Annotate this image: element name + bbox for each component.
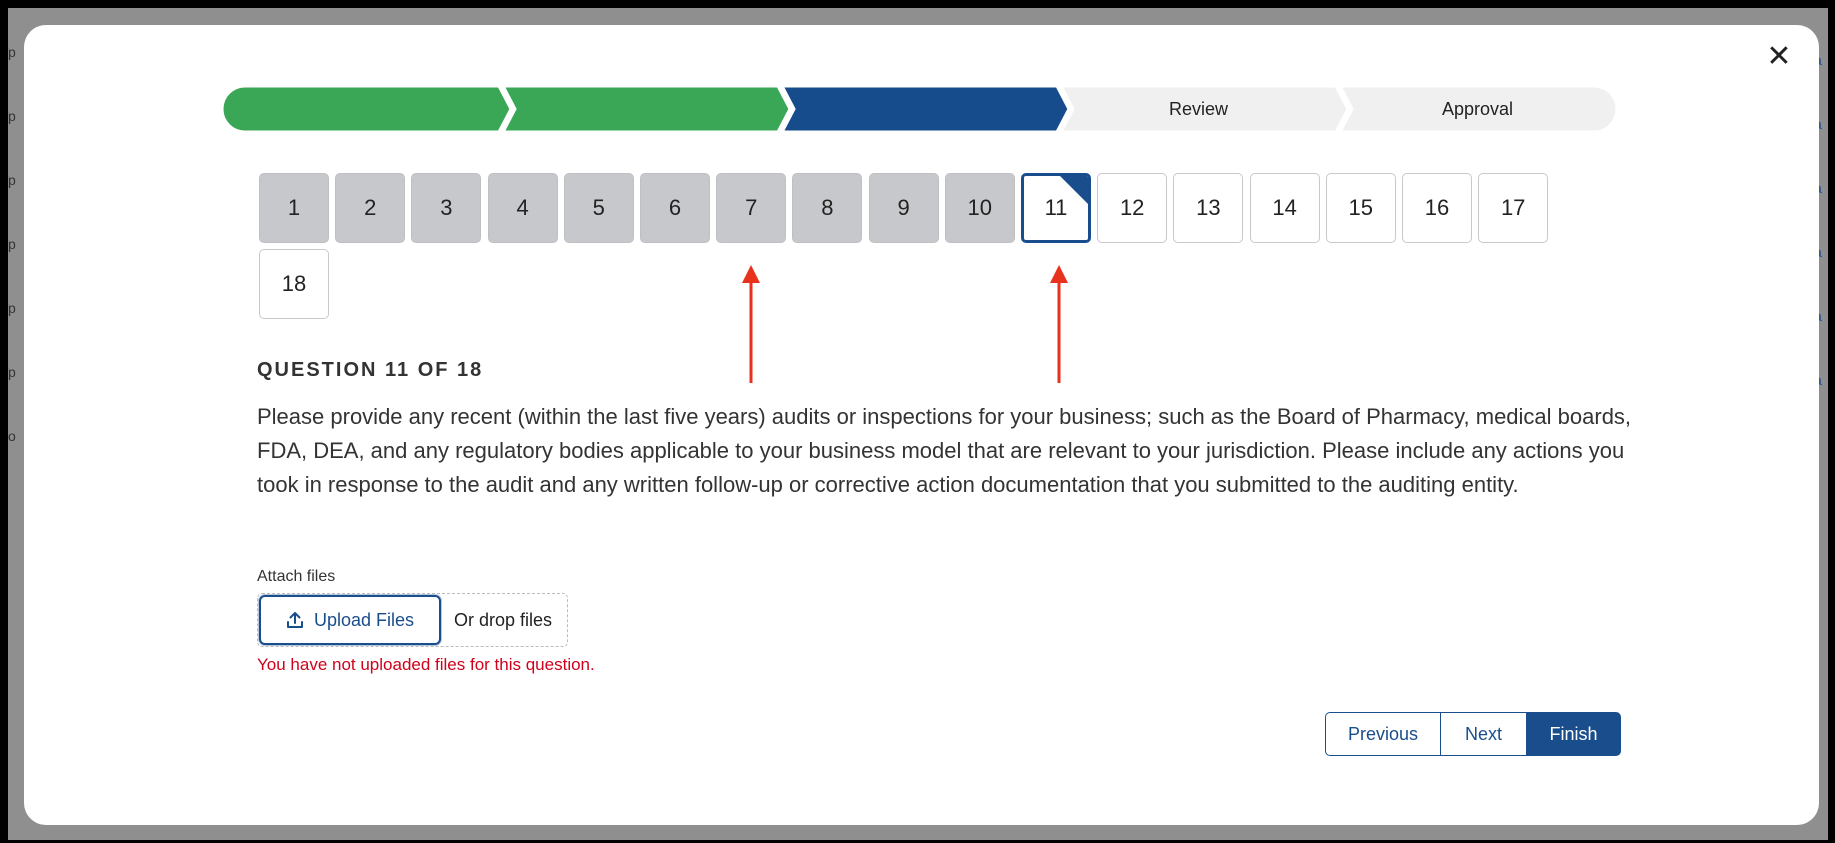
red-arrow-annotation bbox=[1050, 265, 1068, 383]
red-arrow-annotation bbox=[742, 265, 760, 383]
question-number: 5 bbox=[592, 195, 605, 220]
drop-files-label: Or drop files bbox=[454, 610, 553, 630]
path-step-4[interactable]: Review bbox=[1058, 84, 1350, 134]
question-button-13[interactable]: 13 bbox=[1173, 173, 1244, 243]
question-button-10[interactable]: 10 bbox=[944, 173, 1015, 243]
question-button-17[interactable]: 17 bbox=[1478, 173, 1549, 243]
background-letter: p bbox=[8, 300, 16, 316]
finish-button[interactable]: Finish bbox=[1527, 712, 1621, 756]
question-number: 16 bbox=[1424, 195, 1450, 220]
question-button-7[interactable]: 7 bbox=[716, 173, 787, 243]
application-modal: ✕ ApplicationReviewApproval 123456789101… bbox=[24, 25, 1819, 825]
path-step-1[interactable] bbox=[220, 84, 513, 134]
path-step-3[interactable]: Application bbox=[779, 84, 1071, 134]
upload-icon bbox=[286, 612, 303, 628]
question-button-14[interactable]: 14 bbox=[1249, 173, 1320, 243]
background-letter: o bbox=[8, 428, 16, 444]
path-step-shape bbox=[220, 84, 513, 134]
question-number: 12 bbox=[1119, 195, 1145, 220]
background-letter: p bbox=[8, 172, 16, 188]
question-number: 18 bbox=[281, 271, 307, 296]
question-number: 4 bbox=[516, 195, 529, 220]
question-number: 17 bbox=[1500, 195, 1526, 220]
question-number: 1 bbox=[287, 195, 301, 220]
question-button-12[interactable]: 12 bbox=[1097, 173, 1168, 243]
question-button-18[interactable]: 18 bbox=[259, 249, 329, 319]
question-button-4[interactable]: 4 bbox=[487, 173, 558, 243]
close-icon[interactable]: ✕ bbox=[1763, 41, 1795, 73]
question-button-11[interactable]: 11 bbox=[1021, 173, 1091, 243]
path-step-label: Approval bbox=[1441, 98, 1514, 119]
file-dropzone[interactable]: Upload Files Or drop files bbox=[257, 593, 568, 647]
question-number: 6 bbox=[668, 195, 682, 220]
question-number: 10 bbox=[967, 195, 993, 220]
question-button-9[interactable]: 9 bbox=[868, 173, 939, 243]
question-button-3[interactable]: 3 bbox=[411, 173, 482, 243]
background-letter: p bbox=[8, 108, 16, 124]
question-number: 13 bbox=[1196, 195, 1221, 220]
progress-path: Application Review Approval bbox=[220, 84, 1620, 134]
background-letter: p bbox=[8, 364, 16, 380]
question-button-15[interactable]: 15 bbox=[1325, 173, 1396, 243]
path-step-shape bbox=[500, 84, 792, 134]
question-button-6[interactable]: 6 bbox=[640, 173, 710, 243]
question-number: 15 bbox=[1348, 195, 1374, 220]
question-button-8[interactable]: 8 bbox=[792, 173, 863, 243]
path-step-shape bbox=[779, 84, 1071, 134]
question-number: 11 bbox=[1044, 195, 1068, 220]
attach-files-label: Attach files bbox=[257, 568, 336, 585]
upload-files-button[interactable]: Upload Files bbox=[259, 595, 441, 645]
question-number: 2 bbox=[364, 195, 377, 220]
navigation-buttons: Previous Next Finish bbox=[1325, 712, 1621, 756]
question-heading: QUESTION 11 OF 18 bbox=[257, 359, 484, 381]
question-button-16[interactable]: 16 bbox=[1402, 173, 1472, 243]
question-button-1[interactable]: 1 bbox=[259, 173, 329, 243]
next-button[interactable]: Next bbox=[1441, 712, 1527, 756]
background-letter: p bbox=[8, 236, 16, 252]
previous-button[interactable]: Previous bbox=[1325, 712, 1441, 756]
question-number: 9 bbox=[897, 195, 910, 220]
question-button-2[interactable]: 2 bbox=[335, 173, 406, 243]
question-number: 14 bbox=[1272, 195, 1297, 220]
path-step-5[interactable]: Approval bbox=[1337, 84, 1619, 134]
upload-error-message: You have not uploaded files for this que… bbox=[257, 655, 595, 674]
upload-files-label: Upload Files bbox=[313, 609, 415, 630]
path-step-label: Review bbox=[1168, 98, 1229, 119]
background-letter: p bbox=[8, 44, 16, 60]
question-number: 8 bbox=[821, 195, 834, 220]
question-button-5[interactable]: 5 bbox=[563, 173, 634, 243]
question-number: 7 bbox=[745, 195, 758, 220]
question-text: Please provide any recent (within the la… bbox=[257, 404, 1632, 497]
path-step-2[interactable] bbox=[500, 84, 792, 134]
question-number: 3 bbox=[440, 195, 453, 220]
